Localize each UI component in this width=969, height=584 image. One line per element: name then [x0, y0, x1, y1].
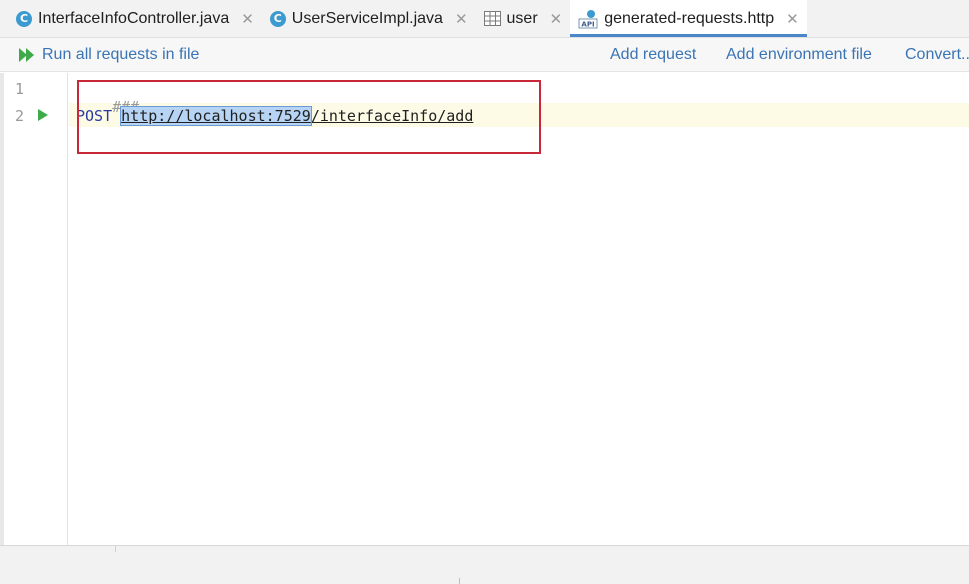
tab-interfaceinfo-controller[interactable]: C InterfaceInfoController.java ✕: [8, 0, 262, 37]
tab-label: UserServiceImpl.java: [291, 9, 443, 27]
run-request-icon[interactable]: [37, 108, 49, 122]
tab-user-table[interactable]: user ✕: [476, 0, 571, 37]
url-host-selection[interactable]: http://localhost:7529: [120, 106, 312, 126]
run-all-icon: [19, 47, 34, 62]
code-line-2: POST http://localhost:7529/interfaceInfo…: [76, 106, 474, 126]
bottom-panel: [0, 545, 969, 584]
add-environment-file-button[interactable]: Add environment file: [726, 46, 872, 64]
table-icon: [483, 11, 501, 26]
api-icon: API: [578, 9, 598, 28]
tab-label: user: [506, 9, 538, 27]
class-icon: C: [269, 10, 286, 27]
editor-tab-bar: C InterfaceInfoController.java ✕ C UserS…: [0, 0, 969, 38]
run-all-requests-button[interactable]: Run all requests in file: [18, 46, 199, 64]
class-icon: C: [16, 10, 32, 27]
editor-code-area[interactable]: ### POST http://localhost:7529/interface…: [69, 73, 969, 545]
editor-gutter: 1 2: [4, 73, 68, 545]
close-icon[interactable]: ✕: [786, 10, 799, 28]
convert-button[interactable]: Convert...: [905, 46, 969, 64]
line-number: 2: [15, 107, 25, 125]
http-method: POST: [76, 107, 113, 125]
close-icon[interactable]: ✕: [241, 10, 254, 28]
run-all-label: Run all requests in file: [42, 45, 200, 63]
bottom-divider: [115, 546, 116, 552]
svg-text:API: API: [582, 20, 595, 28]
close-icon[interactable]: ✕: [455, 10, 468, 28]
url-path[interactable]: /interfaceInfo/add: [311, 107, 474, 125]
line-number: 1: [15, 80, 25, 98]
tab-userserviceimpl[interactable]: C UserServiceImpl.java ✕: [262, 0, 476, 37]
add-request-button[interactable]: Add request: [610, 46, 696, 64]
tab-label: generated-requests.http: [604, 9, 775, 27]
http-client-toolbar: Run all requests in file Add request Add…: [0, 38, 969, 72]
tab-label: InterfaceInfoController.java: [38, 9, 230, 27]
bottom-divider: [459, 578, 460, 584]
close-icon[interactable]: ✕: [550, 10, 563, 28]
tab-generated-requests[interactable]: API generated-requests.http ✕: [570, 0, 808, 37]
